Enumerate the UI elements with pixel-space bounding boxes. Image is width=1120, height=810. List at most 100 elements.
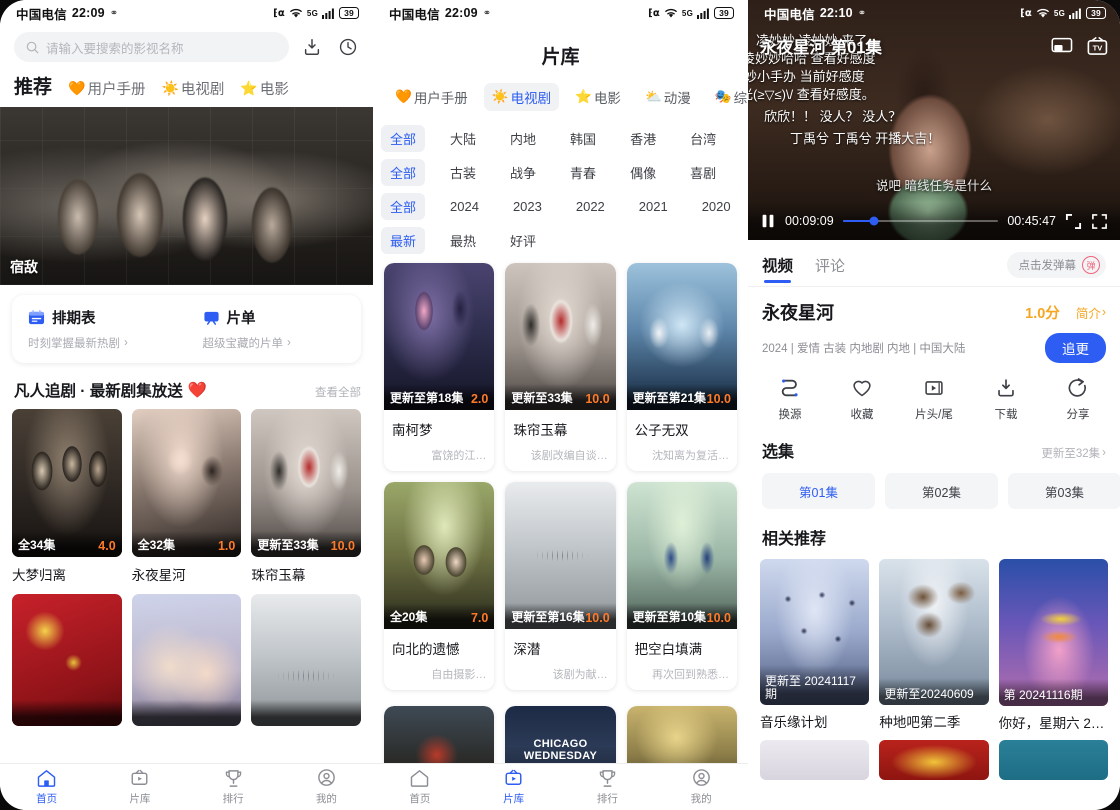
fullscreen-icon[interactable]	[1091, 213, 1108, 230]
tv-icon[interactable]: TV	[1087, 36, 1108, 56]
send-danmaku-button[interactable]: 点击发弹幕 弹	[1006, 252, 1106, 278]
filter-chip[interactable]: 2022	[567, 195, 614, 218]
show-rating: 1.0分	[1025, 305, 1060, 322]
media-card[interactable]: 全20集 7.0 向北的遗憾 自由摄影…	[384, 482, 495, 691]
hero-banner[interactable]: 宿敌	[0, 107, 373, 285]
filter-chip[interactable]: 最新	[381, 226, 426, 254]
filter-chip[interactable]: 全部	[381, 192, 426, 220]
action-favorite[interactable]: 收藏	[826, 377, 898, 422]
filter-chip[interactable]: 内地	[501, 125, 545, 152]
filter-chip[interactable]: 家	[741, 159, 748, 186]
tabbar-item-profile[interactable]: 我的	[280, 764, 373, 810]
lib-tab-tv-series[interactable]: ☀️ 电视剧	[483, 83, 560, 111]
filter-chip[interactable]: 韩国	[561, 125, 605, 152]
download-icon[interactable]	[299, 34, 325, 60]
episode-item[interactable]: 第02集	[885, 473, 998, 509]
filter-chip[interactable]: 青春	[561, 159, 605, 186]
tab-recommend[interactable]: 推荐	[14, 72, 52, 99]
poster-badge: 更新至第16集	[511, 610, 585, 625]
aspect-ratio-icon[interactable]	[1065, 213, 1082, 230]
poster-card[interactable]: 全34集 4.0 大梦归离	[12, 409, 122, 584]
recommend-card[interactable]	[879, 739, 989, 780]
tabbar-item-home[interactable]: 首页	[373, 764, 467, 810]
recommend-card[interactable]	[760, 739, 870, 780]
poster-card[interactable]: 全32集 1.0 永夜星河	[131, 409, 242, 584]
filter-chip[interactable]: 香港	[621, 125, 665, 152]
tab-comments[interactable]: 评论	[815, 255, 845, 284]
lib-tab-variety[interactable]: 🎭 综	[707, 83, 748, 111]
recommend-card[interactable]	[998, 739, 1108, 780]
video-player[interactable]: 中国电信 22:10 ⚭ ⁅⍺ 5G 39 凌妙妙 凌妙妙 来了 凌妙妙哈哈 查…	[748, 0, 1120, 240]
tab-video[interactable]: 视频	[762, 254, 793, 284]
recommend-card[interactable]: 更新至 20241117期 音乐缘计划	[760, 559, 870, 732]
filter-chip[interactable]: 战争	[501, 159, 545, 186]
pause-icon[interactable]	[760, 213, 776, 229]
chevron-right-icon: ›	[287, 337, 291, 349]
filter-chip[interactable]: 古装	[441, 159, 485, 186]
vibrate-icon: ⁅⍺	[1020, 7, 1032, 19]
episode-item[interactable]: 第01集	[762, 473, 875, 509]
poster-card[interactable]	[12, 594, 122, 726]
media-desc: 沈知离为复活…	[652, 450, 729, 463]
media-card[interactable]: 更新至33集 10.0 珠帘玉幕 该剧改编自谈…	[505, 263, 616, 472]
entry-schedule[interactable]: 排期表 时刻掌握最新热剧 ›	[12, 307, 187, 351]
poster-card[interactable]: 更新至33集 10.0 珠帘玉幕	[251, 409, 361, 584]
lib-tab-anime[interactable]: ⛅ 动漫	[637, 83, 699, 111]
filter-chip[interactable]: 喜剧	[681, 159, 725, 186]
episode-header: 选集 更新至32集 ›	[748, 432, 1120, 462]
filter-chip[interactable]: 全部	[381, 124, 426, 152]
poster-card[interactable]	[131, 594, 242, 726]
tab-movies[interactable]: ⭐ 电影	[240, 78, 288, 99]
action-download[interactable]: 下载	[970, 377, 1042, 422]
entry-card-wrap: 排期表 时刻掌握最新热剧 › 片单 超级宝藏的片单 ›	[0, 285, 373, 363]
lib-tab-user-manual[interactable]: 🧡 用户手册	[387, 83, 476, 111]
search-input[interactable]: 请输入要搜索的影视名称	[14, 32, 289, 62]
history-icon[interactable]	[335, 34, 361, 60]
tabbar-item-library[interactable]: 片库	[467, 764, 561, 810]
filter-chip[interactable]: 2020	[693, 195, 740, 218]
recommend-card[interactable]: 第 20241116期 你好，星期六 2…	[998, 559, 1108, 732]
action-switch-source[interactable]: 换源	[754, 377, 826, 422]
recommend-card[interactable]: 更新至20240609 种地吧第二季	[879, 559, 989, 732]
action-skip-intro[interactable]: 片头/尾	[898, 377, 970, 422]
filter-chip[interactable]: 偶像	[621, 159, 665, 186]
action-share[interactable]: 分享	[1042, 377, 1114, 422]
filter-chip[interactable]: 2023	[504, 195, 551, 218]
entry-playlist[interactable]: 片单 超级宝藏的片单 ›	[187, 307, 362, 351]
tab-tv-series[interactable]: ☀️ 电视剧	[161, 78, 224, 99]
filter-chip[interactable]: 全部	[381, 158, 426, 186]
tabbar-item-profile[interactable]: 我的	[654, 764, 748, 810]
lib-tab-movies[interactable]: ⭐ 电影	[567, 83, 629, 111]
filter-chip[interactable]: 大陆	[441, 125, 485, 152]
seek-bar[interactable]	[842, 216, 999, 226]
media-card[interactable]: 更新至第18集 2.0 南柯梦 富饶的江…	[384, 263, 495, 472]
tabbar-item-ranking[interactable]: 排行	[561, 764, 655, 810]
search-row: 请输入要搜索的影视名称	[0, 26, 373, 70]
show-intro-link[interactable]: 简介 ›	[1076, 303, 1106, 322]
filter-chip[interactable]: 台湾	[681, 125, 725, 152]
seek-knob[interactable]	[869, 216, 879, 226]
follow-button[interactable]: 追更	[1045, 333, 1106, 363]
filter-chip[interactable]: 2024	[441, 195, 488, 218]
poster-badge: 更新至第21集	[632, 391, 707, 406]
filter-chip[interactable]: 日	[741, 125, 748, 152]
tab-user-manual[interactable]: 🧡 用户手册	[68, 78, 145, 99]
chevron-right-icon: ›	[1101, 305, 1106, 319]
filter-chip[interactable]: 最热	[441, 227, 485, 254]
home-poster-grid-row2	[0, 594, 373, 726]
filter-chip[interactable]: 2021	[630, 195, 677, 218]
tabbar-item-library[interactable]: 片库	[93, 764, 186, 810]
person-icon	[318, 769, 335, 786]
tabbar-item-home[interactable]: 首页	[0, 764, 93, 810]
filter-chip[interactable]: 好评	[501, 227, 545, 254]
media-card[interactable]: 更新至第16集 10.0 深潜 该剧为献…	[505, 482, 616, 691]
section-view-all[interactable]: 查看全部	[315, 384, 361, 400]
media-card[interactable]: 更新至第10集 10.0 把空白填满 再次回到熟悉…	[626, 482, 737, 691]
episode-more-link[interactable]: 更新至32集 ›	[1041, 445, 1106, 461]
tabbar-item-ranking[interactable]: 排行	[187, 764, 280, 810]
episode-item[interactable]: 第03集	[1008, 473, 1120, 509]
cast-icon[interactable]	[1051, 37, 1073, 56]
poster-card[interactable]	[251, 594, 361, 726]
media-card[interactable]: 更新至第21集 10.0 公子无双 沈知离为复活…	[626, 263, 737, 472]
tabbar-label: 片库	[129, 793, 151, 805]
